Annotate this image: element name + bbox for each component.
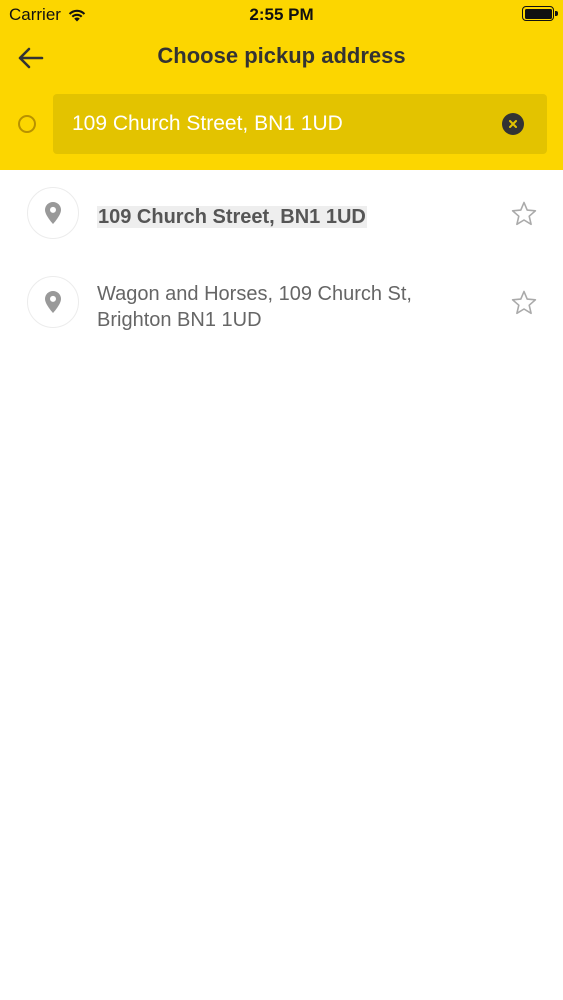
favorite-button[interactable] [510, 289, 538, 317]
origin-dot-icon [18, 115, 36, 133]
status-bar: Carrier 2:55 PM [0, 0, 563, 30]
pin-badge [27, 187, 79, 239]
pin-badge [27, 276, 79, 328]
result-address: 109 Church Street, BN1 1UD [97, 204, 477, 230]
star-outline-icon [511, 290, 537, 315]
clear-icon [509, 120, 517, 128]
result-address: Wagon and Horses, 109 Church St, Brighto… [97, 283, 412, 331]
search-field[interactable] [53, 94, 547, 154]
location-pin-icon [45, 202, 61, 224]
star-outline-icon [511, 201, 537, 226]
battery-icon [522, 6, 558, 21]
clear-button[interactable] [502, 113, 524, 135]
result-address-label: 109 Church Street, BN1 1UD [97, 206, 367, 228]
page-title: Choose pickup address [157, 43, 406, 68]
address-results-list: 109 Church Street, BN1 1UD Wagon and Hor… [0, 170, 563, 331]
favorite-button[interactable] [510, 200, 538, 228]
list-item[interactable]: Wagon and Horses, 109 Church St, Brighto… [0, 258, 563, 358]
pickup-address-input[interactable] [72, 94, 492, 154]
status-time: 2:55 PM [249, 5, 314, 24]
pickup-search-row [0, 94, 563, 154]
navigation-bar: Choose pickup address [0, 30, 563, 86]
location-pin-icon [45, 291, 61, 313]
header-area: Carrier 2:55 PM Choose pickup address [0, 0, 563, 170]
list-item[interactable]: 109 Church Street, BN1 1UD [0, 170, 563, 258]
